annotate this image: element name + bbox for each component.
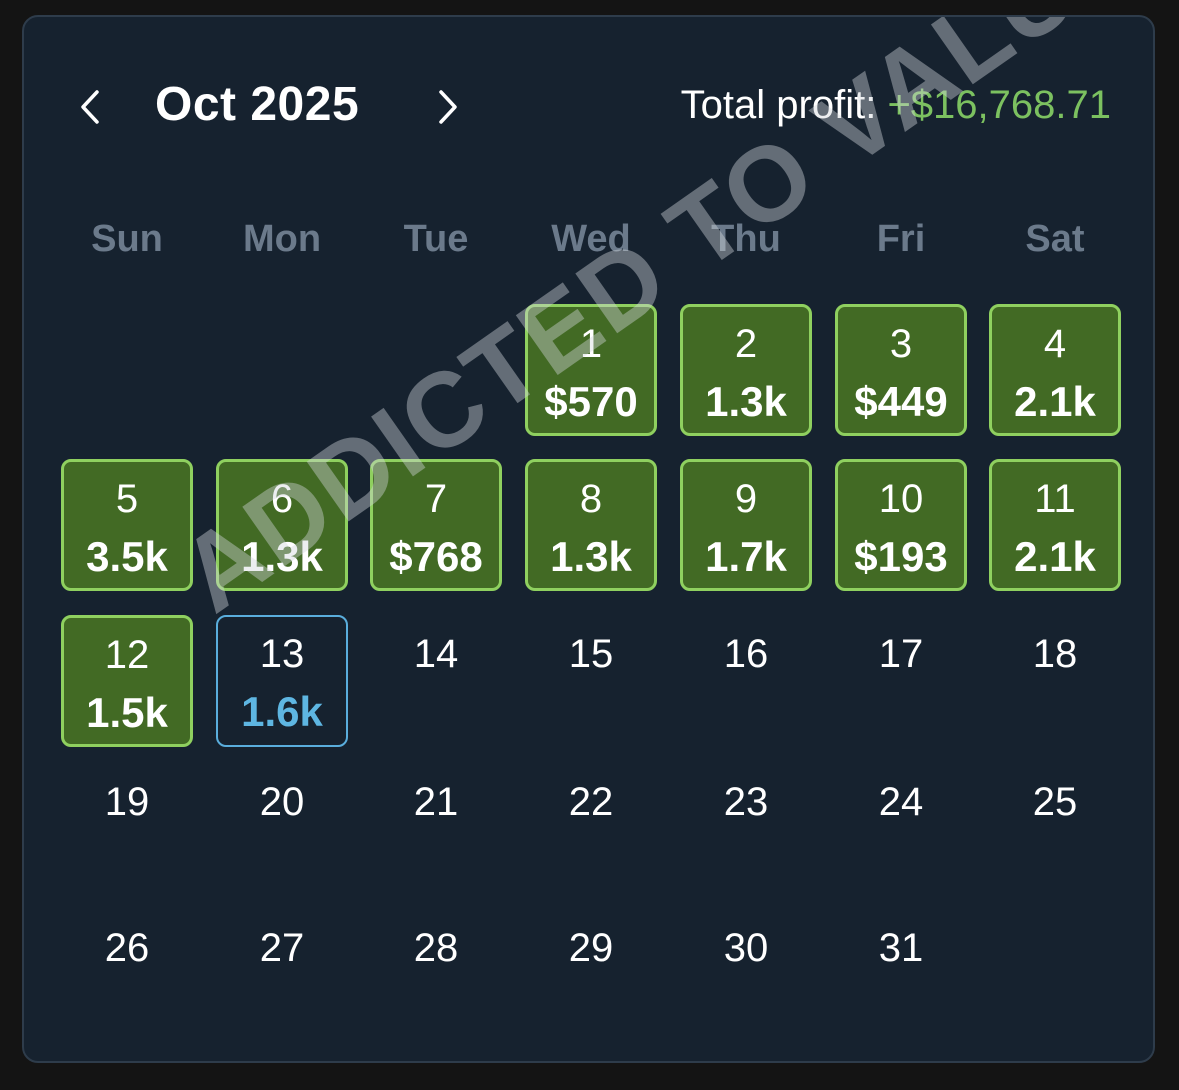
next-month-button[interactable]: [428, 87, 468, 127]
day-cell-28[interactable]: 28: [370, 909, 502, 1041]
day-number: 19: [104, 780, 150, 824]
day-number: 1: [579, 322, 603, 366]
day-number: 10: [878, 477, 924, 521]
day-profit: 1.6k: [241, 688, 323, 735]
weekday-fri: Fri: [876, 218, 926, 260]
day-cell-10[interactable]: 10 $193: [835, 459, 967, 591]
day-cell-25[interactable]: 25: [989, 763, 1121, 895]
total-profit-label: Total profit:: [680, 83, 877, 127]
total-profit-value: +$16,768.71: [887, 83, 1111, 127]
day-number: 20: [259, 780, 305, 824]
day-number: 6: [270, 477, 294, 521]
day-cell-13[interactable]: 13 1.6k: [216, 615, 348, 747]
day-profit: 2.1k: [1014, 378, 1096, 425]
day-cell-11[interactable]: 11 2.1k: [989, 459, 1121, 591]
day-cell-18[interactable]: 18: [989, 615, 1121, 747]
day-number: 21: [413, 780, 459, 824]
day-number: 23: [723, 780, 769, 824]
weekday-sat: Sat: [1025, 218, 1085, 260]
weekday-tue: Tue: [403, 218, 469, 260]
day-cell-30[interactable]: 30: [680, 909, 812, 1041]
day-number: 2: [734, 322, 758, 366]
day-number: 3: [889, 322, 913, 366]
day-number: 12: [104, 633, 150, 677]
day-cell-31[interactable]: 31: [835, 909, 967, 1041]
day-cell-2[interactable]: 2 1.3k: [680, 304, 812, 436]
day-number: 24: [878, 780, 924, 824]
day-cell-24[interactable]: 24: [835, 763, 967, 895]
day-number: 8: [579, 477, 603, 521]
day-cell-1[interactable]: 1 $570: [525, 304, 657, 436]
day-cell-26[interactable]: 26: [61, 909, 193, 1041]
day-number: 31: [878, 926, 924, 970]
day-number: 27: [259, 926, 305, 970]
day-profit: 1.5k: [86, 689, 168, 736]
weekday-mon: Mon: [242, 218, 322, 260]
day-number: 4: [1043, 322, 1067, 366]
calendar-card: Oct 2025 Total profit: +$16,768.71 Sun Mo…: [22, 15, 1155, 1063]
day-cell-14[interactable]: 14: [370, 615, 502, 747]
day-number: 22: [568, 780, 614, 824]
weekday-sun: Sun: [91, 218, 163, 260]
chevron-left-icon: [81, 90, 99, 124]
day-number: 15: [568, 632, 614, 676]
day-cell-19[interactable]: 19: [61, 763, 193, 895]
day-cell-6[interactable]: 6 1.3k: [216, 459, 348, 591]
day-profit: 1.3k: [705, 378, 787, 425]
day-cell-16[interactable]: 16: [680, 615, 812, 747]
day-cell-7[interactable]: 7 $768: [370, 459, 502, 591]
day-cell-8[interactable]: 8 1.3k: [525, 459, 657, 591]
day-number: 11: [1034, 477, 1076, 521]
chevron-right-icon: [439, 90, 457, 124]
day-profit: 2.1k: [1014, 533, 1096, 580]
weekday-thu: Thu: [711, 218, 781, 260]
day-number: 29: [568, 926, 614, 970]
day-cell-5[interactable]: 5 3.5k: [61, 459, 193, 591]
day-profit: 1.7k: [705, 533, 787, 580]
day-cell-12[interactable]: 12 1.5k: [61, 615, 193, 747]
day-profit: $570: [544, 378, 638, 425]
weekday-header-row: Sun Mon Tue Wed Thu Fri Sat: [24, 217, 1153, 261]
day-profit: 1.3k: [241, 533, 323, 580]
day-number: 5: [115, 477, 139, 521]
day-number: 13: [259, 632, 305, 676]
day-number: 30: [723, 926, 769, 970]
prev-month-button[interactable]: [70, 87, 110, 127]
day-number: 17: [878, 632, 924, 676]
day-cell-3[interactable]: 3 $449: [835, 304, 967, 436]
day-cell-15[interactable]: 15: [525, 615, 657, 747]
day-cell-4[interactable]: 4 2.1k: [989, 304, 1121, 436]
day-profit: $193: [854, 533, 948, 580]
total-profit: Total profit: +$16,768.71: [681, 79, 1111, 131]
day-number: 28: [413, 926, 459, 970]
day-profit: $449: [854, 378, 948, 425]
month-title: Oct 2025: [155, 78, 360, 131]
day-cell-27[interactable]: 27: [216, 909, 348, 1041]
day-profit: 1.3k: [550, 533, 632, 580]
day-number: 9: [734, 477, 758, 521]
day-profit: 3.5k: [86, 533, 168, 580]
day-number: 25: [1032, 780, 1078, 824]
day-number: 26: [104, 926, 150, 970]
weekday-wed: Wed: [551, 218, 631, 260]
day-cell-20[interactable]: 20: [216, 763, 348, 895]
day-cell-21[interactable]: 21: [370, 763, 502, 895]
calendar-header: Oct 2025 Total profit: +$16,768.71: [24, 17, 1153, 197]
day-cell-9[interactable]: 9 1.7k: [680, 459, 812, 591]
day-number: 18: [1032, 632, 1078, 676]
day-cell-23[interactable]: 23: [680, 763, 812, 895]
day-cell-29[interactable]: 29: [525, 909, 657, 1041]
day-number: 14: [413, 632, 459, 676]
day-number: 7: [424, 477, 448, 521]
day-profit: $768: [389, 533, 483, 580]
day-cell-17[interactable]: 17: [835, 615, 967, 747]
day-number: 16: [723, 632, 769, 676]
day-cell-22[interactable]: 22: [525, 763, 657, 895]
